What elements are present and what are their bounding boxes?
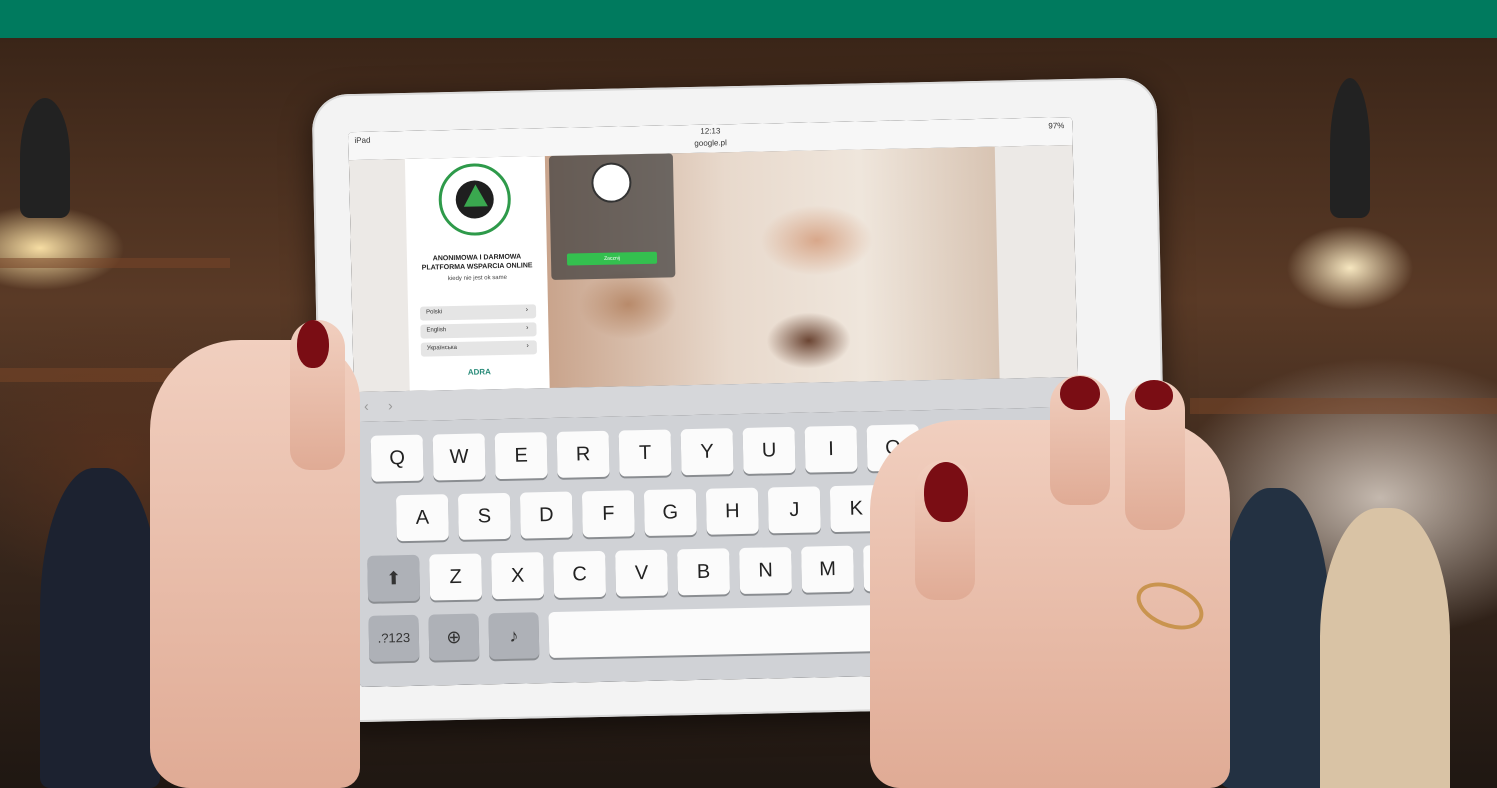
fingernail — [297, 320, 329, 368]
start-button[interactable]: Zacznij — [566, 251, 658, 266]
login-card: ANONIMOWA I DARMOWA PLATFORMA WSPARCIA O… — [404, 156, 550, 391]
key-x[interactable]: X — [491, 552, 545, 600]
adra-logo: ADRA — [467, 367, 491, 377]
top-brand-bar — [0, 0, 1497, 38]
key-e[interactable]: E — [494, 432, 548, 480]
chevron-right-icon: › — [526, 324, 529, 332]
platform-subtitle: kiedy nie jest ok same — [447, 274, 507, 283]
key-y[interactable]: Y — [680, 428, 734, 476]
key-u[interactable]: U — [742, 426, 796, 474]
key-f[interactable]: F — [581, 490, 635, 538]
key-z[interactable]: Z — [429, 553, 483, 601]
space-bar[interactable] — [548, 604, 900, 659]
web-content: ANONIMOWA I DARMOWA PLATFORMA WSPARCIA O… — [348, 144, 1078, 393]
ceiling-lamp — [20, 98, 70, 218]
background-person — [1320, 508, 1450, 788]
overlay-logo — [591, 162, 632, 204]
chevron-right-icon: › — [525, 306, 529, 314]
language-option-ukrainian[interactable]: Українська › — [420, 340, 537, 357]
back-arrow-icon[interactable]: ‹ — [364, 398, 369, 414]
globe-icon[interactable]: ⊕ — [428, 613, 480, 661]
key-a[interactable]: A — [395, 494, 449, 542]
microphone-icon[interactable]: ♪ — [488, 612, 540, 660]
key-v[interactable]: V — [615, 549, 669, 597]
key-c[interactable]: C — [553, 550, 607, 598]
ceiling-lamp — [1330, 78, 1370, 218]
key-t[interactable]: T — [618, 429, 672, 477]
overlay-text — [558, 218, 666, 220]
shift-icon[interactable]: ⬆ — [367, 554, 421, 602]
intro-overlay: Zacznij — [548, 153, 676, 280]
key-m[interactable]: M — [801, 545, 855, 593]
language-label: Українська — [426, 344, 457, 352]
forward-arrow-icon[interactable]: › — [388, 397, 393, 413]
key-h[interactable]: H — [705, 487, 759, 535]
key-n[interactable]: N — [739, 546, 793, 595]
key-b[interactable]: B — [677, 548, 731, 596]
numbers-key[interactable]: .?123 — [368, 614, 420, 662]
chevron-right-icon: › — [526, 342, 529, 350]
battery-level: 97% — [1048, 121, 1065, 131]
language-label: Polski — [426, 309, 443, 316]
key-i[interactable]: I — [804, 425, 858, 473]
language-option-english[interactable]: English › — [420, 322, 537, 339]
platform-logo — [437, 162, 512, 237]
fingernail — [924, 462, 968, 522]
platform-title: ANONIMOWA I DARMOWA PLATFORMA WSPARCIA O… — [421, 253, 533, 272]
fingernail — [1135, 380, 1173, 410]
mountain-icon — [463, 184, 488, 207]
key-s[interactable]: S — [457, 492, 511, 540]
key-g[interactable]: G — [643, 488, 697, 537]
key-r[interactable]: R — [556, 430, 610, 478]
key-w[interactable]: W — [432, 433, 486, 481]
key-j[interactable]: J — [767, 486, 821, 534]
shelf — [0, 258, 230, 268]
background-person — [1220, 488, 1330, 788]
language-option-polski[interactable]: Polski › — [419, 304, 537, 321]
fingernail — [1060, 376, 1100, 410]
shelf — [1190, 398, 1497, 414]
background-person — [40, 468, 160, 788]
key-q[interactable]: Q — [370, 434, 424, 482]
key-d[interactable]: D — [519, 491, 573, 539]
language-label: English — [426, 327, 447, 334]
